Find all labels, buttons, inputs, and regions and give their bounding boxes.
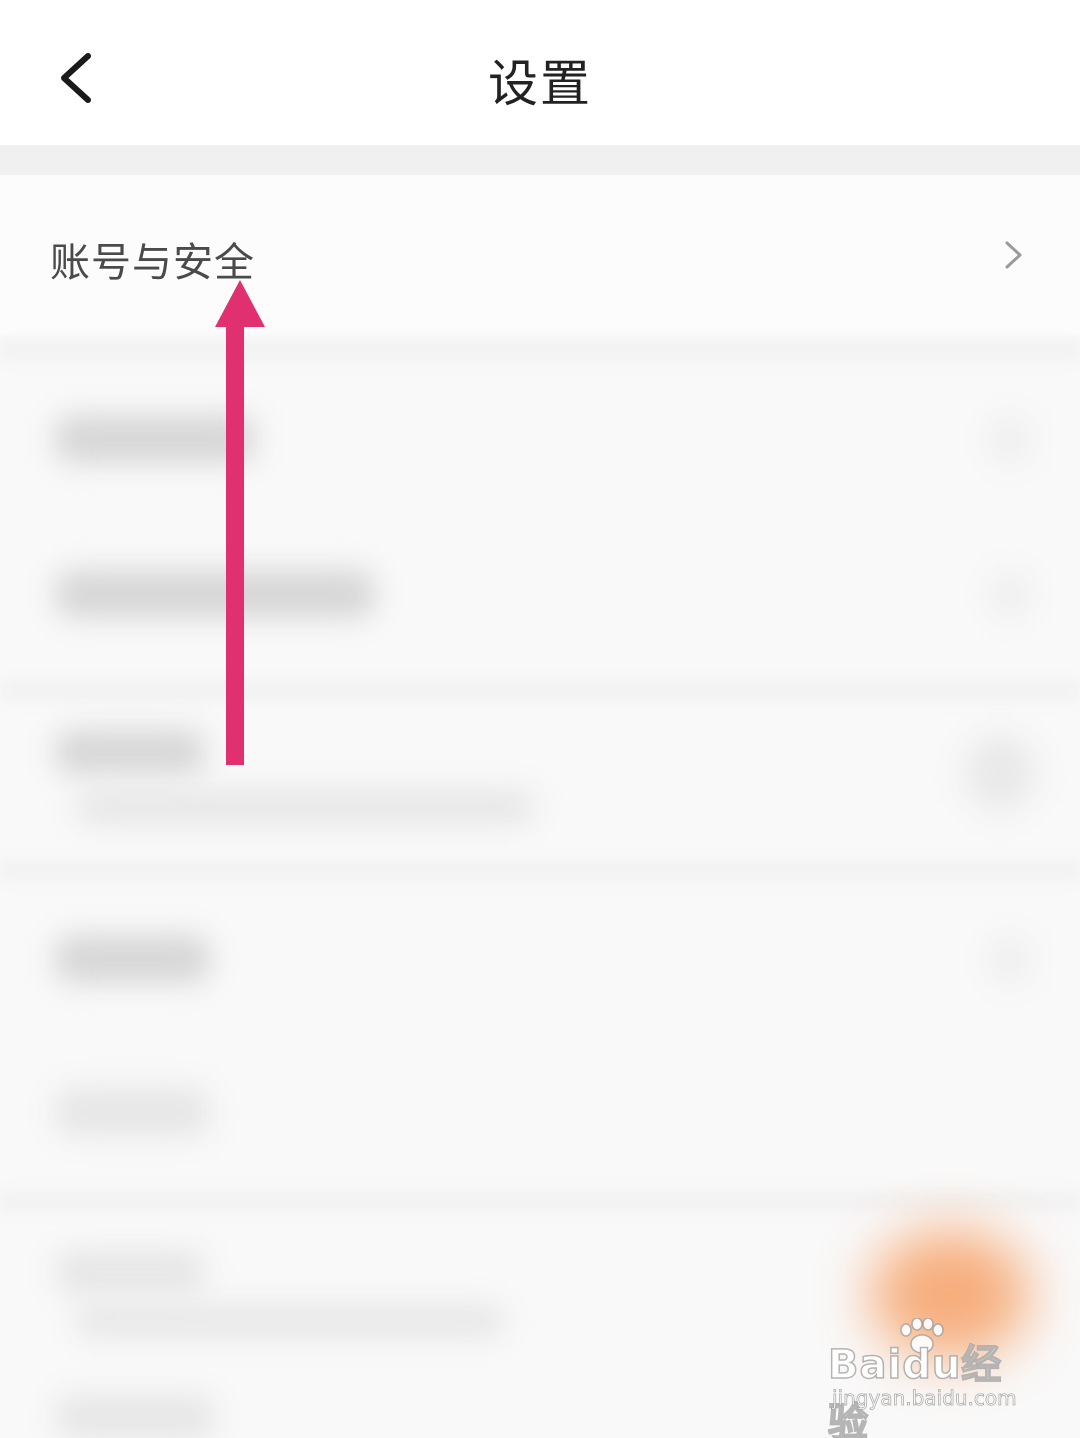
list-divider bbox=[0, 860, 1080, 882]
list-divider bbox=[0, 1190, 1080, 1212]
watermark-url: jingyan.baidu.com bbox=[832, 1386, 1017, 1411]
blurred-list-item[interactable] bbox=[55, 1088, 210, 1136]
annotation-arrow-icon bbox=[215, 280, 265, 765]
blurred-list-item[interactable] bbox=[55, 935, 210, 983]
header-bar: 设置 bbox=[0, 0, 1080, 145]
blurred-list-subtext bbox=[75, 790, 535, 824]
list-divider bbox=[0, 340, 1080, 362]
watermark: Baidu经验 jingyan.baidu.com bbox=[827, 1318, 1028, 1438]
list-divider bbox=[0, 680, 1080, 702]
watermark-logo: Baidu经验 bbox=[827, 1341, 1003, 1438]
blurred-list-subtext bbox=[75, 1305, 505, 1337]
page-title: 设置 bbox=[488, 55, 592, 113]
settings-item-account-security[interactable]: 账号与安全 bbox=[0, 175, 1080, 335]
blurred-list-item[interactable] bbox=[55, 1250, 205, 1294]
settings-screen: 设置 账号与安全 Baidu经验 jingyan.baidu.com bbox=[0, 0, 1080, 1438]
chevron-right-icon bbox=[1005, 241, 1022, 269]
blurred-chevron-icon bbox=[995, 575, 1025, 615]
blurred-chevron-icon bbox=[995, 420, 1025, 460]
blurred-toggle-icon bbox=[965, 735, 1035, 810]
blurred-list-item[interactable] bbox=[55, 730, 205, 774]
blurred-list-item[interactable] bbox=[55, 1395, 215, 1438]
section-divider bbox=[0, 145, 1080, 175]
blurred-chevron-icon bbox=[995, 940, 1025, 980]
